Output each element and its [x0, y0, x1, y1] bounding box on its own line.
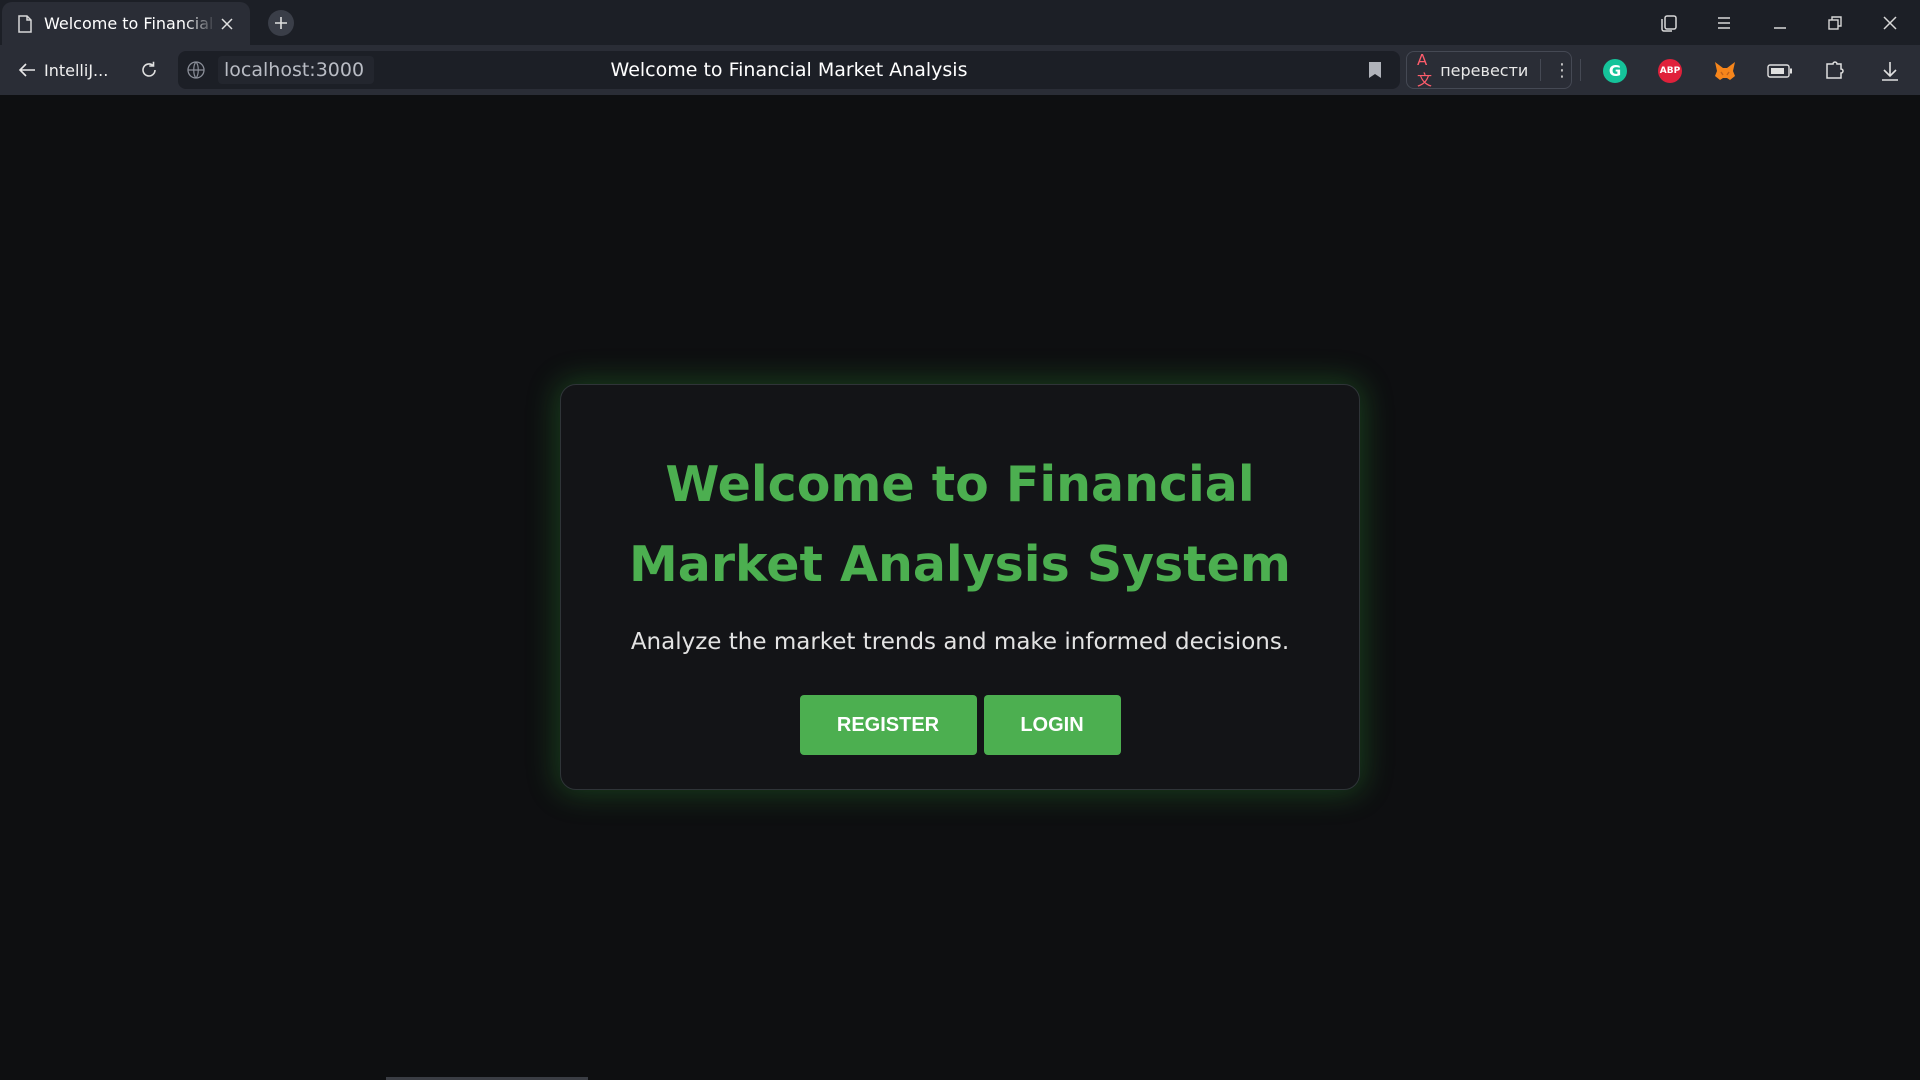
login-button[interactable]: LOGIN [983, 695, 1121, 755]
translate-button[interactable]: A文 перевести ⋮ [1406, 51, 1572, 89]
page-subtitle: Analyze the market trends and make infor… [630, 629, 1290, 655]
adblock-plus-badge: ABP [1658, 59, 1682, 83]
url-bar[interactable]: localhost:3000 Welcome to Financial Mark… [178, 51, 1400, 89]
browser-tab[interactable]: Welcome to Financial Market Analysis [2, 2, 250, 45]
new-tab-button[interactable] [268, 10, 294, 36]
more-options-icon[interactable]: ⋮ [1553, 60, 1571, 81]
address-toolbar: IntelliJ... localhost:3000 Welcome to Fi… [0, 45, 1920, 95]
menu-icon[interactable] [1709, 8, 1739, 38]
tab-title: Welcome to Financial Market Analysis [44, 14, 216, 33]
translate-icon: A文 [1417, 50, 1433, 89]
reload-icon[interactable] [137, 58, 161, 82]
tab-close-icon[interactable] [218, 15, 236, 33]
minimize-icon[interactable] [1765, 8, 1795, 38]
metamask-icon[interactable] [1711, 57, 1739, 85]
page-heading: Welcome to Financial Market Analysis Sys… [629, 456, 1291, 593]
translate-divider [1540, 59, 1541, 81]
back-arrow-icon [18, 63, 35, 77]
download-icon[interactable] [1876, 57, 1904, 85]
tab-sidebar-icon[interactable] [1654, 8, 1684, 38]
grammarly-icon[interactable]: G [1601, 57, 1629, 85]
extensions-icon[interactable] [1821, 57, 1849, 85]
back-button[interactable]: IntelliJ... [18, 58, 108, 82]
bookmark-icon[interactable] [1368, 61, 1382, 79]
grammarly-badge: G [1603, 59, 1627, 83]
toolbar-divider [1580, 59, 1581, 81]
restore-icon[interactable] [1820, 8, 1850, 38]
close-window-icon[interactable] [1875, 8, 1905, 38]
battery-icon[interactable] [1766, 57, 1794, 85]
back-button-label: IntelliJ... [44, 60, 109, 80]
register-button[interactable]: REGISTER [799, 695, 977, 755]
translate-label: перевести [1440, 60, 1529, 80]
address-page-title: Welcome to Financial Market Analysis [610, 59, 968, 81]
welcome-card: Welcome to Financial Market Analysis Sys… [560, 384, 1360, 790]
tab-strip: Welcome to Financial Market Analysis [0, 0, 1920, 45]
auth-buttons: REGISTER LOGIN [561, 695, 1359, 755]
adblock-plus-icon[interactable]: ABP [1656, 57, 1684, 85]
page-icon [18, 14, 32, 33]
